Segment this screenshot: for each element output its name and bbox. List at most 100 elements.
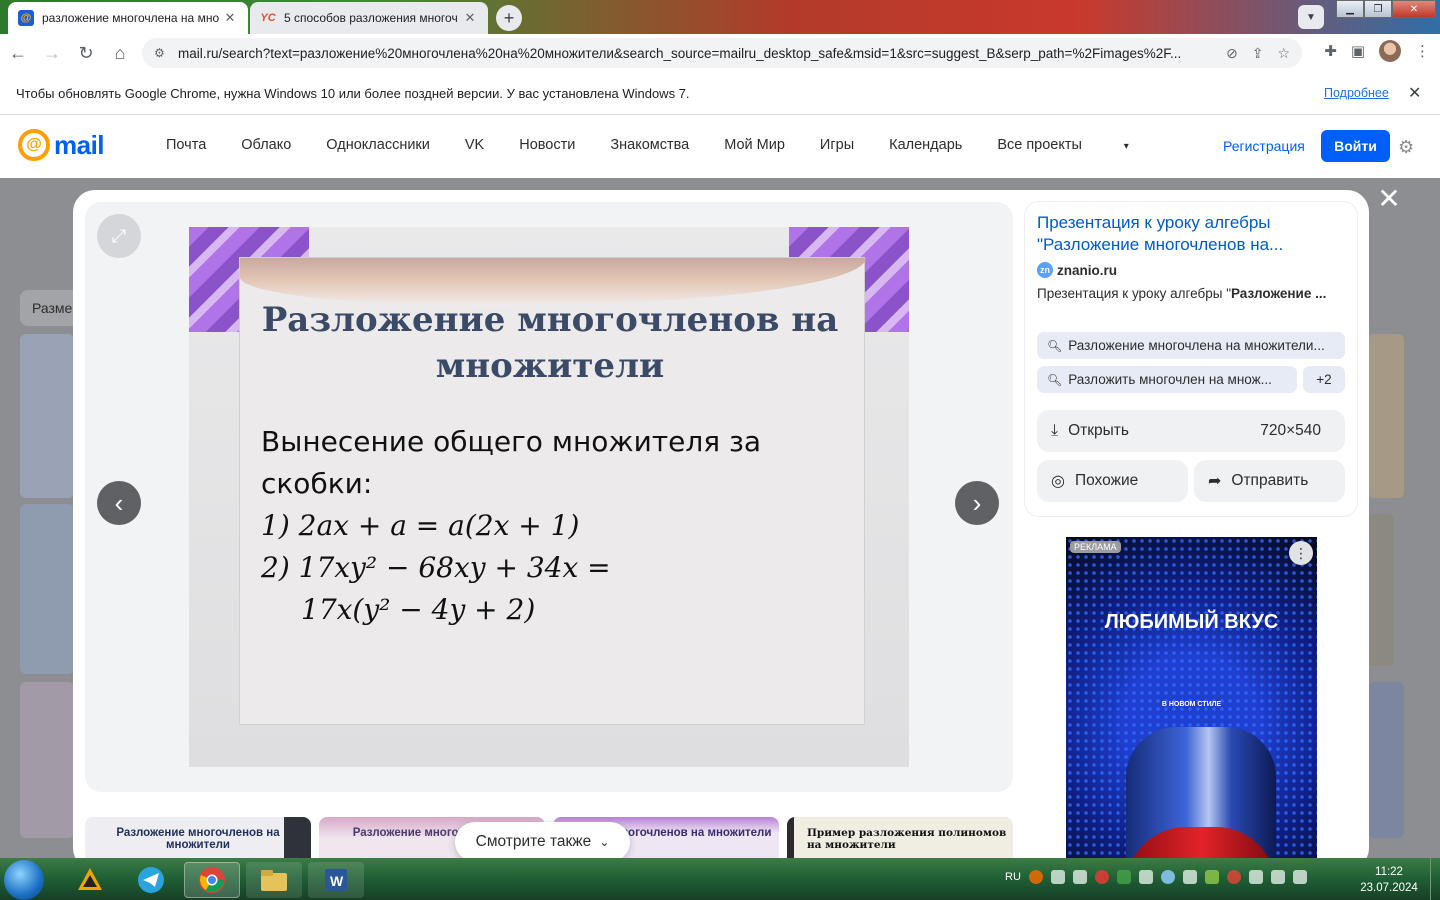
telegram-icon[interactable] (125, 862, 177, 898)
home-icon[interactable]: ⌂ (104, 37, 136, 69)
tray-icon[interactable] (1160, 870, 1175, 884)
ad-image[interactable]: РЕКЛАМА ⋮ ЛЮБИМЫЙ ВКУС В НОВОМ СТИЛЕ (1066, 537, 1317, 870)
nav-item-all-projects[interactable]: Все проекты ▾ (997, 137, 1163, 153)
login-button[interactable]: Войти (1321, 130, 1390, 162)
register-link[interactable]: Регистрация (1223, 138, 1305, 154)
infobar-message: Чтобы обновлять Google Chrome, нужна Win… (16, 85, 690, 101)
ad-subheadline: В НОВОМ СТИЛЕ (1161, 701, 1222, 708)
nav-item-calendar[interactable]: Календарь (889, 137, 962, 153)
nav-item-games[interactable]: Игры (820, 137, 854, 153)
slide-body: Вынесение общего множителя за скобки: 1)… (261, 421, 761, 631)
background-thumbnail (1368, 514, 1394, 666)
image-source-title[interactable]: Презентация к уроку алгебры "Разложение … (1037, 212, 1337, 256)
slide-image[interactable]: Разложение многочленов на множители Выне… (189, 227, 909, 767)
nav-item-dating[interactable]: Знакомства (610, 137, 689, 153)
mailru-logo[interactable]: @ mail (18, 129, 105, 161)
nav-item-cloud[interactable]: Облако (241, 137, 291, 153)
see-also-button[interactable]: Смотрите также ⌄ (455, 822, 630, 862)
ad-banner[interactable]: РЕКЛАМА ⋮ ЛЮБИМЫЙ ВКУС В НОВОМ СТИЛЕ (1025, 526, 1357, 870)
nav-item-news[interactable]: Новости (519, 137, 575, 153)
avast-icon[interactable] (64, 862, 116, 898)
tab-close-icon[interactable]: ✕ (462, 10, 478, 26)
address-bar[interactable]: ⚙ mail.ru/search?text=разложение%20много… (142, 38, 1302, 68)
tray-icon[interactable] (1182, 870, 1197, 884)
image-viewer: ⤢ ‹ › Разложение многочленов на множител… (85, 202, 1013, 792)
tray-icon[interactable] (1094, 870, 1109, 884)
tray-chrome-icon[interactable] (1226, 870, 1241, 884)
site-info-icon[interactable]: ⚙ (154, 46, 172, 60)
fullscreen-expand-icon[interactable]: ⤢ (97, 214, 141, 258)
source-domain: znanio.ru (1057, 262, 1117, 278)
tray-icon[interactable] (1204, 870, 1219, 884)
eye-off-icon[interactable]: ⊘ (1226, 45, 1238, 62)
chrome-icon[interactable] (184, 862, 240, 898)
close-viewer-icon[interactable]: ✕ (1377, 183, 1401, 214)
infobar-close-icon[interactable]: ✕ (1408, 83, 1421, 103)
tray-icon[interactable] (1116, 870, 1131, 884)
related-query-chip[interactable]: 🔍︎ Разложить многочлен на множ... (1037, 366, 1297, 393)
previous-image-button[interactable]: ‹ (97, 481, 141, 525)
tab-close-icon[interactable]: ✕ (222, 10, 238, 26)
related-query-chip[interactable]: 🔍︎ Разложение многочлена на множители... (1037, 332, 1345, 359)
chip-label: Разложить многочлен на множ... (1068, 372, 1272, 387)
similar-images-button[interactable]: ◎ Похожие (1037, 460, 1188, 502)
search-icon: 🔍︎ (1047, 372, 1063, 387)
bookmark-star-icon[interactable]: ☆ (1277, 45, 1290, 62)
tray-icon[interactable] (1138, 870, 1153, 884)
background-thumbnail (20, 334, 74, 498)
projects-nav: Почта Облако Одноклассники VK Новости Зн… (166, 137, 1199, 153)
nav-item-mail[interactable]: Почта (166, 137, 206, 153)
search-icon: 🔍︎ (1047, 338, 1063, 353)
menu-kebab-icon[interactable]: ⋮ (1415, 42, 1430, 60)
settings-gear-icon[interactable]: ⚙ (1398, 137, 1414, 158)
file-explorer-icon[interactable] (246, 862, 302, 898)
word-icon[interactable]: W (308, 862, 364, 898)
nav-item-ok[interactable]: Одноклассники (326, 137, 430, 153)
tray-icon[interactable] (1248, 870, 1263, 884)
background-thumbnail (1368, 334, 1404, 498)
source-site[interactable]: zn znanio.ru (1037, 262, 1117, 278)
volume-icon[interactable] (1072, 870, 1087, 884)
side-panel-icon[interactable]: ▣ (1351, 42, 1365, 60)
nav-item-vk[interactable]: VK (465, 137, 484, 153)
profile-avatar[interactable] (1379, 40, 1401, 62)
back-arrow-icon[interactable]: ← (2, 37, 34, 69)
windows-start-button[interactable] (4, 860, 44, 900)
infobar-more-link[interactable]: Подробнее (1324, 86, 1389, 100)
extensions-puzzle-icon[interactable]: ✚ (1324, 42, 1337, 60)
tab-search-chevron-icon[interactable]: ▼ (1298, 5, 1324, 29)
show-desktop-button[interactable] (1430, 858, 1440, 900)
forward-arrow-icon[interactable]: → (36, 37, 68, 69)
taskbar-clock[interactable]: 11:22 23.07.2024 (1354, 864, 1424, 896)
network-icon[interactable] (1270, 870, 1285, 884)
nav-item-myworld[interactable]: Мой Мир (724, 137, 785, 153)
window-close-icon[interactable]: ✕ (1392, 0, 1436, 18)
open-image-button[interactable]: ⤓ Открыть 720×540 (1037, 410, 1345, 452)
yaklass-favicon-icon: YC (260, 12, 276, 24)
tray-icon[interactable] (1050, 870, 1065, 884)
background-thumbnail (20, 504, 74, 674)
action-center-icon[interactable] (1292, 870, 1307, 884)
tray-icon[interactable] (1028, 870, 1043, 884)
system-tray: RU (1005, 870, 1307, 884)
next-image-button[interactable]: › (955, 481, 999, 525)
tab-strip: @ разложение многочлена на мно ✕ YC 5 сп… (0, 0, 1440, 34)
more-chips-button[interactable]: +2 (1303, 366, 1345, 393)
znanio-favicon-icon: zn (1037, 262, 1053, 278)
maximize-icon[interactable]: ❐ (1364, 0, 1392, 18)
new-tab-button[interactable]: + (496, 5, 522, 31)
minimize-icon[interactable]: ▁ (1336, 0, 1364, 18)
ad-more-icon[interactable]: ⋮ (1289, 541, 1313, 565)
address-url[interactable]: mail.ru/search?text=разложение%20многочл… (172, 46, 1226, 61)
browser-tab-active[interactable]: @ разложение многочлена на мно ✕ (8, 2, 248, 34)
share-icon[interactable]: ⇪ (1252, 45, 1264, 62)
reload-icon[interactable]: ↻ (70, 37, 102, 69)
browser-tab-inactive[interactable]: YC 5 способов разложения многоч ✕ (250, 2, 488, 34)
svg-text:W: W (330, 873, 344, 889)
slide-formula: 17x(y² − 4y + 2) (301, 593, 536, 626)
language-indicator[interactable]: RU (1005, 871, 1021, 883)
image-dimensions: 720×540 (1260, 422, 1321, 439)
chevron-down-icon: ▾ (1120, 141, 1129, 152)
window-controls: ▁ ❐ ✕ (1336, 0, 1436, 18)
share-button[interactable]: ➦ Отправить (1194, 460, 1345, 502)
